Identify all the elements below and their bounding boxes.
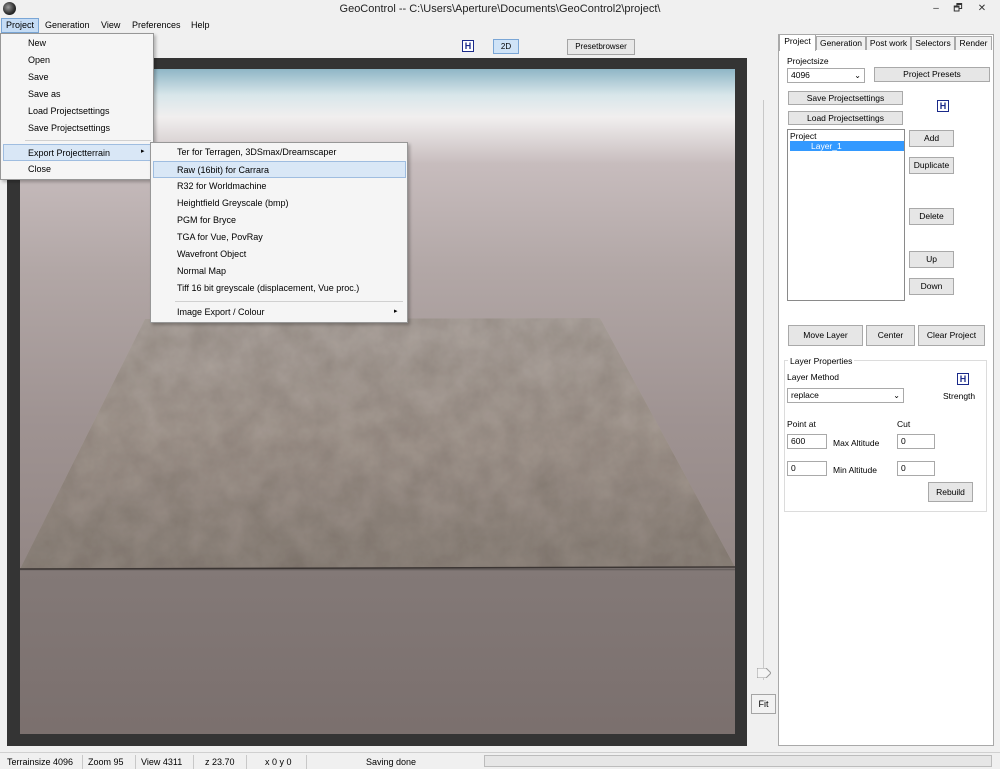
min-cut-input[interactable]: 0: [897, 461, 935, 476]
menu-help[interactable]: Help: [187, 18, 214, 33]
center-button[interactable]: Center: [866, 325, 915, 346]
projectsize-label: Projectsize: [787, 56, 829, 66]
down-button[interactable]: Down: [909, 278, 954, 295]
help-icon[interactable]: H: [462, 40, 474, 52]
menu-item-save-as[interactable]: Save as: [3, 86, 153, 103]
export-bmp-item[interactable]: Heightfield Greyscale (bmp): [153, 195, 405, 212]
tree-root-project[interactable]: Project: [790, 131, 816, 141]
export-normal-map-item[interactable]: Normal Map: [153, 263, 405, 280]
menu-generation[interactable]: Generation: [41, 18, 94, 33]
tab-project[interactable]: Project: [779, 34, 816, 51]
menu-item-save-projectsettings[interactable]: Save Projectsettings: [3, 120, 153, 137]
layer-method-label: Layer Method: [787, 372, 839, 382]
menu-item-save[interactable]: Save: [3, 69, 153, 86]
help-icon[interactable]: H: [957, 373, 969, 385]
project-presets-button[interactable]: Project Presets: [874, 67, 990, 82]
status-divider: [135, 755, 136, 769]
cut-label: Cut: [897, 419, 911, 429]
submenu-arrow-icon: ▸: [141, 148, 145, 155]
export-ter-item[interactable]: Ter for Terragen, 3DSmax/Dreamscaper: [153, 144, 405, 161]
strength-label: Strength: [943, 391, 976, 401]
project-menu: New Open Save Save as Load Projectsettin…: [0, 33, 154, 180]
layer-tree[interactable]: Project Layer_1: [787, 129, 905, 301]
export-tiff-item[interactable]: Tiff 16 bit greyscale (displacement, Vue…: [153, 280, 405, 297]
menu-project[interactable]: Project: [1, 18, 40, 33]
export-raw-item[interactable]: Raw (16bit) for Carrara: [153, 161, 406, 178]
help-icon[interactable]: H: [937, 100, 949, 112]
tab-post-work[interactable]: Post work: [866, 36, 911, 50]
load-projectsettings-button[interactable]: Load Projectsettings: [788, 111, 903, 125]
clear-project-button[interactable]: Clear Project: [918, 325, 985, 346]
zoom-slider-thumb[interactable]: [757, 668, 771, 678]
menu-preferences[interactable]: Preferences: [128, 18, 185, 33]
min-altitude-input[interactable]: 0: [787, 461, 827, 476]
max-cut-input[interactable]: 0: [897, 434, 935, 449]
tab-generation[interactable]: Generation: [816, 36, 866, 50]
save-projectsettings-button[interactable]: Save Projectsettings: [788, 91, 903, 105]
export-obj-item[interactable]: Wavefront Object: [153, 246, 405, 263]
status-xy: x 0 y 0: [265, 757, 292, 767]
fit-button[interactable]: Fit: [751, 694, 776, 714]
menu-separator: [25, 140, 151, 141]
export-image-colour-item[interactable]: Image Export / Colour: [153, 304, 405, 321]
chevron-down-icon: ⌄: [854, 71, 861, 80]
status-divider: [193, 755, 194, 769]
menu-item-load-projectsettings[interactable]: Load Projectsettings: [3, 103, 153, 120]
close-button[interactable]: ✕: [970, 1, 994, 16]
layer-method-value: replace: [791, 390, 819, 400]
menu-view[interactable]: View: [97, 18, 124, 33]
export-r32-item[interactable]: R32 for Worldmachine: [153, 178, 405, 195]
export-tga-item[interactable]: TGA for Vue, PovRay: [153, 229, 405, 246]
status-divider: [306, 755, 307, 769]
max-altitude-label: Max Altitude: [833, 438, 880, 448]
chevron-down-icon: ⌄: [893, 391, 900, 400]
status-divider: [246, 755, 247, 769]
layer-method-select[interactable]: replace ⌄: [787, 388, 904, 403]
menu-item-new[interactable]: New: [3, 35, 153, 52]
menu-bar: Project Generation View Preferences Help: [0, 18, 1000, 33]
status-message: Saving done: [366, 757, 417, 767]
export-submenu: Ter for Terragen, 3DSmax/Dreamscaper Raw…: [150, 142, 408, 323]
menu-separator: [175, 301, 403, 302]
submenu-arrow-icon: ▸: [394, 308, 398, 315]
maximize-button[interactable]: 🗗: [946, 1, 970, 16]
min-altitude-label: Min Altitude: [833, 465, 877, 475]
status-zoom: Zoom 95: [88, 757, 124, 767]
point-at-label: Point at: [787, 419, 816, 429]
tab-selectors[interactable]: Selectors: [911, 36, 955, 50]
move-layer-button[interactable]: Move Layer: [788, 325, 863, 346]
menu-item-export-projectterrain[interactable]: Export Projectterrain: [3, 144, 153, 161]
up-button[interactable]: Up: [909, 251, 954, 268]
rebuild-button[interactable]: Rebuild: [928, 482, 973, 502]
zoom-slider-track[interactable]: [763, 100, 764, 680]
projectsize-value: 4096: [791, 70, 810, 80]
export-pgm-item[interactable]: PGM for Bryce: [153, 212, 405, 229]
menu-item-open[interactable]: Open: [3, 52, 153, 69]
menu-item-close[interactable]: Close: [3, 161, 153, 178]
tab-render[interactable]: Render: [955, 36, 992, 50]
presetbrowser-button[interactable]: Presetbrowser: [567, 39, 635, 55]
status-terrainsize: Terrainsize 4096: [7, 757, 74, 767]
status-view: View 4311: [141, 757, 183, 767]
delete-button[interactable]: Delete: [909, 208, 954, 225]
window-title: GeoControl -- C:\Users\Aperture\Document…: [339, 3, 661, 15]
view-2d-button[interactable]: 2D: [493, 39, 519, 54]
duplicate-button[interactable]: Duplicate: [909, 157, 954, 174]
max-altitude-input[interactable]: 600: [787, 434, 827, 449]
progress-bar: [484, 755, 992, 767]
title-bar: GeoControl -- C:\Users\Aperture\Document…: [0, 0, 1000, 18]
layer-properties-title: Layer Properties: [788, 356, 855, 366]
tree-item-layer[interactable]: Layer_1: [790, 141, 904, 151]
status-divider: [82, 755, 83, 769]
projectsize-select[interactable]: 4096 ⌄: [787, 68, 865, 83]
minimize-button[interactable]: –: [924, 1, 948, 16]
add-button[interactable]: Add: [909, 130, 954, 147]
status-z: z 23.70: [205, 757, 235, 767]
